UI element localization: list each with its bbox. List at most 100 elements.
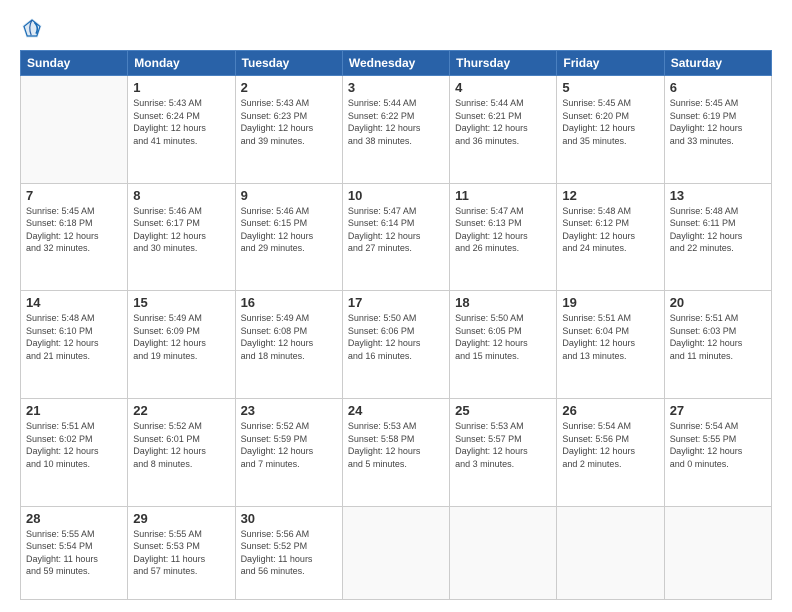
calendar-cell: 29 Sunrise: 5:55 AM Sunset: 5:53 PM Dayli… — [128, 506, 235, 599]
day-number: 13 — [670, 188, 766, 203]
calendar-week-row: 28 Sunrise: 5:55 AM Sunset: 5:54 PM Dayli… — [21, 506, 772, 599]
calendar-cell: 8 Sunrise: 5:46 AM Sunset: 6:17 PM Daylig… — [128, 183, 235, 291]
day-number: 1 — [133, 80, 229, 95]
day-number: 14 — [26, 295, 122, 310]
day-number: 28 — [26, 511, 122, 526]
day-info: Sunrise: 5:55 AM Sunset: 5:53 PM Dayligh… — [133, 528, 229, 578]
weekday-header: Wednesday — [342, 51, 449, 76]
calendar-cell: 23Sunrise: 5:52 AM Sunset: 5:59 PM Dayli… — [235, 398, 342, 506]
day-number: 7 — [26, 188, 122, 203]
calendar-week-row: 21 Sunrise: 5:51 AM Sunset: 6:02 PM Dayli… — [21, 398, 772, 506]
day-number: 22 — [133, 403, 229, 418]
calendar-cell: 16 Sunrise: 5:49 AM Sunset: 6:08 PM Dayli… — [235, 291, 342, 399]
day-number: 18 — [455, 295, 551, 310]
day-number: 24 — [348, 403, 444, 418]
day-number: 3 — [348, 80, 444, 95]
calendar-cell: 6 Sunrise: 5:45 AM Sunset: 6:19 PM Daylig… — [664, 76, 771, 184]
day-info: Sunrise: 5:43 AM Sunset: 6:24 PM Dayligh… — [133, 97, 229, 147]
weekday-header: Saturday — [664, 51, 771, 76]
day-number: 10 — [348, 188, 444, 203]
weekday-header: Tuesday — [235, 51, 342, 76]
day-info: Sunrise: 5:46 AM Sunset: 6:17 PM Dayligh… — [133, 205, 229, 255]
day-number: 5 — [562, 80, 658, 95]
calendar-cell: 14 Sunrise: 5:48 AM Sunset: 6:10 PM Dayli… — [21, 291, 128, 399]
day-info: Sunrise: 5:43 AM Sunset: 6:23 PM Dayligh… — [241, 97, 337, 147]
day-number: 20 — [670, 295, 766, 310]
calendar-cell: 7 Sunrise: 5:45 AM Sunset: 6:18 PM Daylig… — [21, 183, 128, 291]
day-number: 26 — [562, 403, 658, 418]
day-info: Sunrise: 5:48 AM Sunset: 6:10 PM Dayligh… — [26, 312, 122, 362]
logo-icon — [20, 16, 44, 40]
page: SundayMondayTuesdayWednesdayThursdayFrid… — [0, 0, 792, 612]
day-info: Sunrise: 5:55 AM Sunset: 5:54 PM Dayligh… — [26, 528, 122, 578]
day-info: Sunrise: 5:56 AM Sunset: 5:52 PM Dayligh… — [241, 528, 337, 578]
day-number: 27 — [670, 403, 766, 418]
day-number: 19 — [562, 295, 658, 310]
day-info: Sunrise: 5:53 AM Sunset: 5:58 PM Dayligh… — [348, 420, 444, 470]
day-info: Sunrise: 5:45 AM Sunset: 6:20 PM Dayligh… — [562, 97, 658, 147]
day-info: Sunrise: 5:45 AM Sunset: 6:18 PM Dayligh… — [26, 205, 122, 255]
weekday-header: Thursday — [450, 51, 557, 76]
calendar-cell: 9 Sunrise: 5:46 AM Sunset: 6:15 PM Daylig… — [235, 183, 342, 291]
day-number: 25 — [455, 403, 551, 418]
day-info: Sunrise: 5:48 AM Sunset: 6:11 PM Dayligh… — [670, 205, 766, 255]
header — [20, 16, 772, 40]
calendar-cell: 11Sunrise: 5:47 AM Sunset: 6:13 PM Dayli… — [450, 183, 557, 291]
calendar-week-row: 14 Sunrise: 5:48 AM Sunset: 6:10 PM Dayli… — [21, 291, 772, 399]
day-number: 15 — [133, 295, 229, 310]
day-info: Sunrise: 5:50 AM Sunset: 6:06 PM Dayligh… — [348, 312, 444, 362]
day-info: Sunrise: 5:49 AM Sunset: 6:09 PM Dayligh… — [133, 312, 229, 362]
day-info: Sunrise: 5:54 AM Sunset: 5:55 PM Dayligh… — [670, 420, 766, 470]
day-info: Sunrise: 5:50 AM Sunset: 6:05 PM Dayligh… — [455, 312, 551, 362]
day-info: Sunrise: 5:54 AM Sunset: 5:56 PM Dayligh… — [562, 420, 658, 470]
calendar-cell: 1 Sunrise: 5:43 AM Sunset: 6:24 PM Daylig… — [128, 76, 235, 184]
calendar-cell: 22 Sunrise: 5:52 AM Sunset: 6:01 PM Dayli… — [128, 398, 235, 506]
calendar-cell: 13 Sunrise: 5:48 AM Sunset: 6:11 PM Dayli… — [664, 183, 771, 291]
day-number: 12 — [562, 188, 658, 203]
calendar-cell: 26 Sunrise: 5:54 AM Sunset: 5:56 PM Dayli… — [557, 398, 664, 506]
day-info: Sunrise: 5:52 AM Sunset: 6:01 PM Dayligh… — [133, 420, 229, 470]
calendar-cell: 20 Sunrise: 5:51 AM Sunset: 6:03 PM Dayli… — [664, 291, 771, 399]
calendar-cell: 19Sunrise: 5:51 AM Sunset: 6:04 PM Dayli… — [557, 291, 664, 399]
day-number: 9 — [241, 188, 337, 203]
calendar-cell: 4 Sunrise: 5:44 AM Sunset: 6:21 PM Daylig… — [450, 76, 557, 184]
day-number: 30 — [241, 511, 337, 526]
calendar: SundayMondayTuesdayWednesdayThursdayFrid… — [20, 50, 772, 600]
calendar-cell: 18 Sunrise: 5:50 AM Sunset: 6:05 PM Dayli… — [450, 291, 557, 399]
calendar-cell: 17 Sunrise: 5:50 AM Sunset: 6:06 PM Dayli… — [342, 291, 449, 399]
calendar-cell: 12Sunrise: 5:48 AM Sunset: 6:12 PM Dayli… — [557, 183, 664, 291]
day-info: Sunrise: 5:44 AM Sunset: 6:21 PM Dayligh… — [455, 97, 551, 147]
calendar-cell: 3 Sunrise: 5:44 AM Sunset: 6:22 PM Daylig… — [342, 76, 449, 184]
day-info: Sunrise: 5:44 AM Sunset: 6:22 PM Dayligh… — [348, 97, 444, 147]
day-info: Sunrise: 5:47 AM Sunset: 6:14 PM Dayligh… — [348, 205, 444, 255]
calendar-cell: 10 Sunrise: 5:47 AM Sunset: 6:14 PM Dayli… — [342, 183, 449, 291]
day-number: 4 — [455, 80, 551, 95]
day-number: 6 — [670, 80, 766, 95]
day-info: Sunrise: 5:49 AM Sunset: 6:08 PM Dayligh… — [241, 312, 337, 362]
calendar-cell: 28 Sunrise: 5:55 AM Sunset: 5:54 PM Dayli… — [21, 506, 128, 599]
calendar-cell — [342, 506, 449, 599]
day-number: 21 — [26, 403, 122, 418]
weekday-header: Monday — [128, 51, 235, 76]
day-number: 17 — [348, 295, 444, 310]
day-info: Sunrise: 5:45 AM Sunset: 6:19 PM Dayligh… — [670, 97, 766, 147]
day-number: 16 — [241, 295, 337, 310]
day-number: 29 — [133, 511, 229, 526]
calendar-cell — [21, 76, 128, 184]
day-info: Sunrise: 5:51 AM Sunset: 6:03 PM Dayligh… — [670, 312, 766, 362]
day-info: Sunrise: 5:46 AM Sunset: 6:15 PM Dayligh… — [241, 205, 337, 255]
day-info: Sunrise: 5:51 AM Sunset: 6:02 PM Dayligh… — [26, 420, 122, 470]
day-number: 8 — [133, 188, 229, 203]
calendar-cell — [450, 506, 557, 599]
calendar-cell: 30 Sunrise: 5:56 AM Sunset: 5:52 PM Dayli… — [235, 506, 342, 599]
logo — [20, 16, 48, 40]
weekday-header-row: SundayMondayTuesdayWednesdayThursdayFrid… — [21, 51, 772, 76]
calendar-cell — [664, 506, 771, 599]
calendar-cell: 27 Sunrise: 5:54 AM Sunset: 5:55 PM Dayli… — [664, 398, 771, 506]
day-number: 2 — [241, 80, 337, 95]
calendar-cell: 5 Sunrise: 5:45 AM Sunset: 6:20 PM Daylig… — [557, 76, 664, 184]
calendar-cell: 25 Sunrise: 5:53 AM Sunset: 5:57 PM Dayli… — [450, 398, 557, 506]
day-info: Sunrise: 5:47 AM Sunset: 6:13 PM Dayligh… — [455, 205, 551, 255]
day-info: Sunrise: 5:53 AM Sunset: 5:57 PM Dayligh… — [455, 420, 551, 470]
calendar-cell: 21 Sunrise: 5:51 AM Sunset: 6:02 PM Dayli… — [21, 398, 128, 506]
